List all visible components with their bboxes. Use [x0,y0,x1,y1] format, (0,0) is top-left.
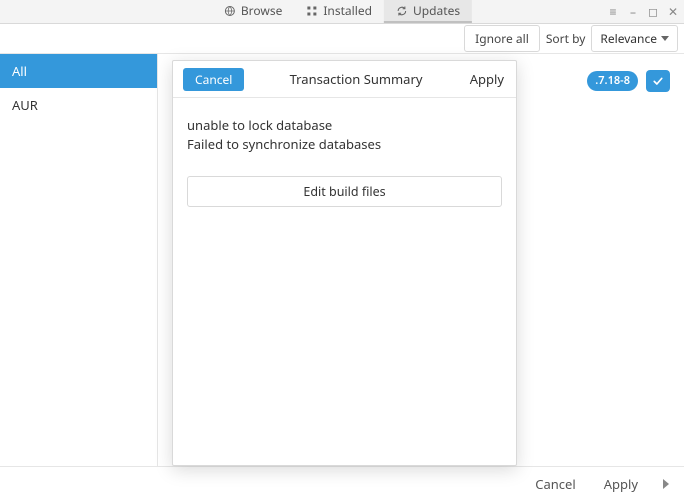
sidebar-item-all[interactable]: All [0,54,157,88]
tab-installed[interactable]: Installed [294,0,384,23]
tab-installed-label: Installed [323,2,372,19]
dialog-title: Transaction Summary [244,70,467,88]
close-icon[interactable]: ✕ [666,3,680,20]
tab-updates-label: Updates [413,2,460,19]
minimize-icon[interactable]: – [626,3,640,20]
refresh-icon [396,5,408,17]
tab-browse-label: Browse [241,2,282,19]
check-icon [652,75,664,87]
package-select-button[interactable] [646,70,670,92]
globe-icon [224,5,236,17]
edit-build-files-button[interactable]: Edit build files [187,176,502,207]
footer-cancel-button[interactable]: Cancel [525,471,585,497]
error-line: Failed to synchronize databases [187,135,502,154]
sort-by-label: Sort by [546,30,586,47]
dialog-cancel-button[interactable]: Cancel [183,68,244,91]
footer-apply-button[interactable]: Apply [594,471,648,497]
ignore-all-button[interactable]: Ignore all [464,25,540,52]
content-area: .7.18-8 Cancel Transaction Summary Apply… [158,54,684,466]
toolbar: Ignore all Sort by Relevance [0,24,684,54]
dialog-apply-button[interactable]: Apply [468,67,506,91]
maximize-icon[interactable]: ◻ [646,3,660,20]
sidebar-item-label: All [12,62,27,80]
go-forward-button[interactable] [656,479,676,489]
sort-value: Relevance [600,30,657,47]
sort-select[interactable]: Relevance [591,25,678,52]
package-row[interactable]: .7.18-8 [587,70,670,92]
footer-bar: Cancel Apply [0,466,684,500]
sidebar-item-aur[interactable]: AUR [0,88,157,122]
header-bar: Browse Installed Updates ≡ – ◻ ✕ [0,0,684,24]
error-line: unable to lock database [187,116,502,135]
transaction-dialog: Cancel Transaction Summary Apply unable … [172,60,517,466]
tab-updates[interactable]: Updates [384,0,472,23]
version-badge: .7.18-8 [587,71,638,91]
sidebar-item-label: AUR [12,96,38,114]
tab-browse[interactable]: Browse [212,0,294,23]
menu-icon[interactable]: ≡ [606,3,620,20]
grid-icon [306,5,318,17]
chevron-right-icon [663,479,669,489]
sidebar: All AUR [0,54,158,466]
chevron-down-icon [661,36,669,41]
